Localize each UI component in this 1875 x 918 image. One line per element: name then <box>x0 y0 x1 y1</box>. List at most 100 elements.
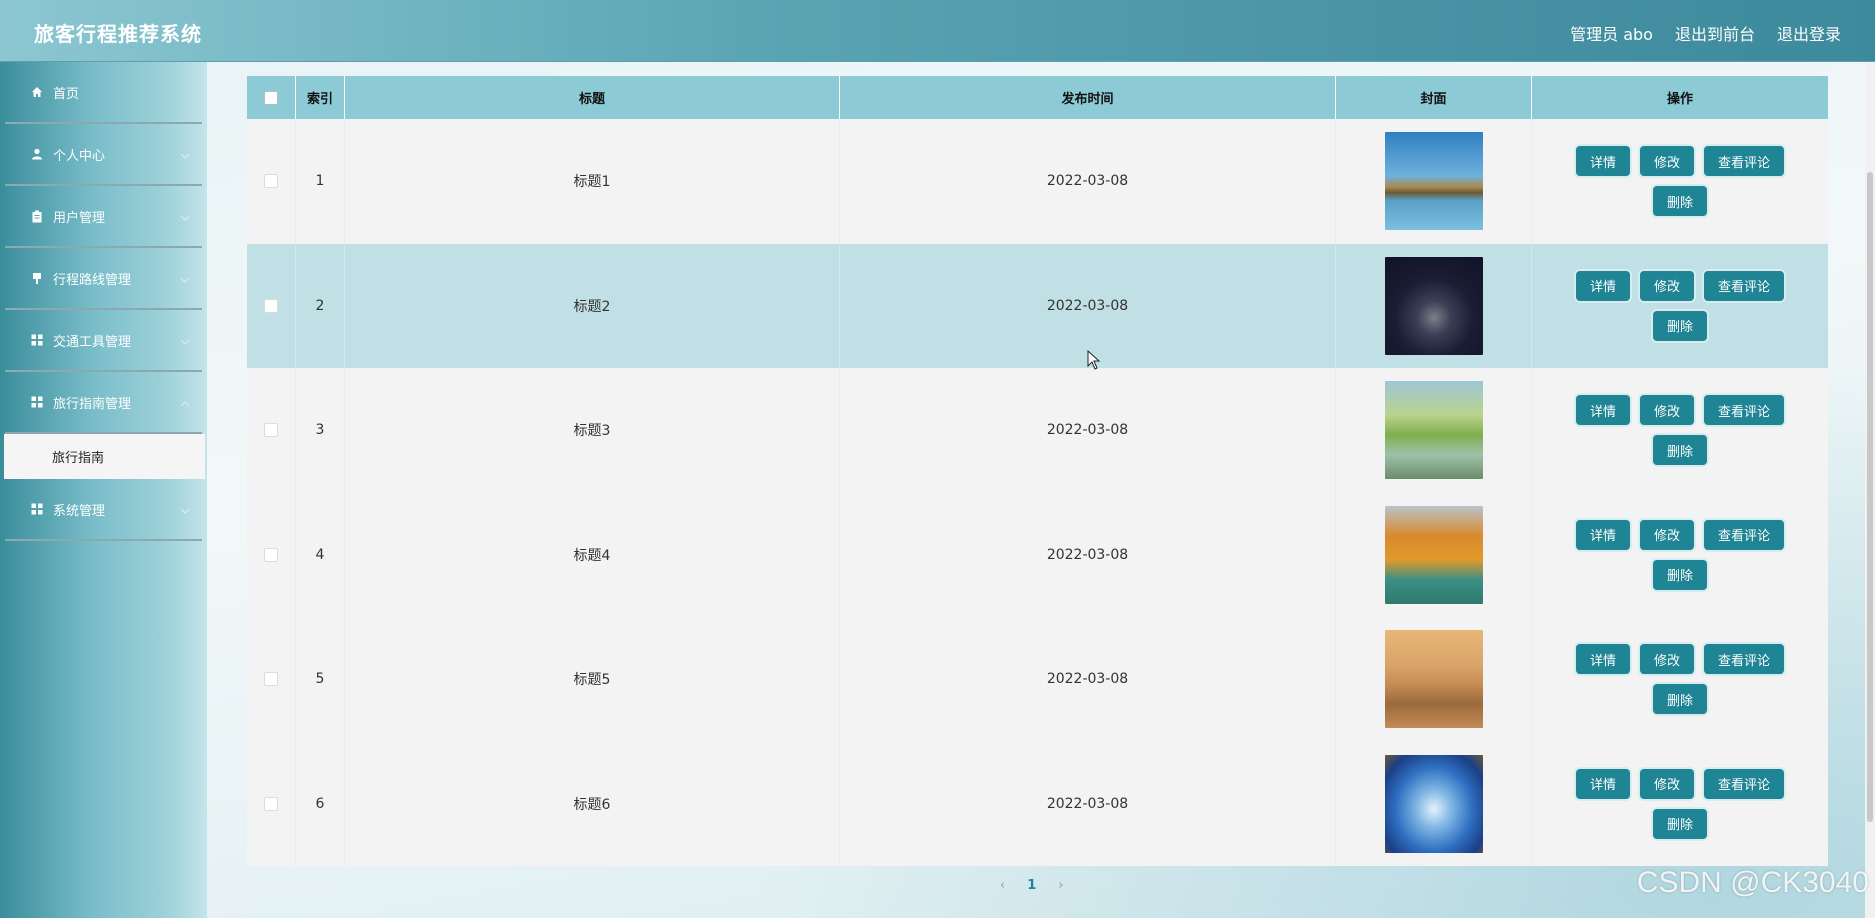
cell-time: 2022-03-08 <box>840 119 1336 244</box>
chevron-down-icon <box>180 210 190 225</box>
cell-time: 2022-03-08 <box>840 492 1336 617</box>
sidebar-item-user-management[interactable]: 用户管理 <box>5 186 202 248</box>
sidebar-item-route-management[interactable]: 行程路线管理 <box>5 248 202 310</box>
table-row: 3 标题3 2022-03-08 详情 修改 查看评论 删除 <box>247 368 1828 493</box>
edit-button[interactable]: 修改 <box>1639 519 1694 550</box>
cell-title: 标题4 <box>345 492 840 617</box>
row-checkbox[interactable] <box>264 423 278 438</box>
view-comments-button[interactable]: 查看评论 <box>1704 270 1785 301</box>
top-header: 旅客行程推荐系统 管理员 abo 退出到前台 退出登录 <box>0 0 1875 62</box>
detail-button[interactable]: 详情 <box>1575 519 1630 550</box>
edit-button[interactable]: 修改 <box>1639 768 1694 799</box>
pagination: ‹ 1 › <box>1000 878 1063 893</box>
sidebar-item-label: 用户管理 <box>53 210 106 226</box>
cell-title: 标题3 <box>345 368 840 493</box>
chevron-up-icon <box>180 396 190 411</box>
delete-button[interactable]: 删除 <box>1652 186 1707 217</box>
edit-button[interactable]: 修改 <box>1639 146 1694 177</box>
cell-select <box>247 119 296 244</box>
cell-cover <box>1336 617 1532 742</box>
cover-image[interactable] <box>1384 505 1483 604</box>
detail-button[interactable]: 详情 <box>1575 270 1630 301</box>
sidebar-item-system-management[interactable]: 系统管理 <box>5 479 202 541</box>
cell-index: 2 <box>296 243 345 368</box>
home-icon <box>30 85 44 99</box>
edit-button[interactable]: 修改 <box>1639 270 1694 301</box>
delete-button[interactable]: 删除 <box>1652 808 1707 839</box>
cell-time: 2022-03-08 <box>840 617 1336 742</box>
cell-title: 标题2 <box>345 243 840 368</box>
current-user-label: 管理员 abo <box>1570 25 1653 44</box>
cell-title: 标题6 <box>345 741 840 866</box>
cover-image[interactable] <box>1384 132 1483 231</box>
cell-select <box>247 492 296 617</box>
cell-time: 2022-03-08 <box>840 741 1336 866</box>
sidebar-item-guide-management[interactable]: 旅行指南管理 <box>5 372 202 434</box>
grid-icon <box>30 333 44 347</box>
header-cell-title: 标题 <box>345 76 840 119</box>
page-number-current[interactable]: 1 <box>1027 878 1036 893</box>
table-row: 4 标题4 2022-03-08 详情 修改 查看评论 删除 <box>247 492 1828 618</box>
table-row: 1 标题1 2022-03-08 详情 修改 查看评论 删除 <box>247 119 1828 244</box>
cell-index: 6 <box>296 741 345 866</box>
sidebar: 首页 个人中心 用户管理 行程路线管理 交通工具管理 旅行指南管理 旅行指南 系… <box>0 62 207 918</box>
sidebar-item-label: 首页 <box>53 86 80 102</box>
edit-button[interactable]: 修改 <box>1639 644 1694 675</box>
sidebar-item-personal-center[interactable]: 个人中心 <box>5 124 202 186</box>
table-row: 6 标题6 2022-03-08 详情 修改 查看评论 删除 <box>247 741 1828 867</box>
app-title: 旅客行程推荐系统 <box>34 22 202 46</box>
grid-icon <box>30 502 44 516</box>
prev-page-button[interactable]: ‹ <box>1000 878 1005 893</box>
view-comments-button[interactable]: 查看评论 <box>1704 519 1785 550</box>
cover-image[interactable] <box>1384 256 1483 355</box>
cover-image[interactable] <box>1384 630 1483 729</box>
next-page-button[interactable]: › <box>1058 878 1063 893</box>
cover-image[interactable] <box>1384 381 1483 480</box>
row-checkbox[interactable] <box>264 174 278 189</box>
view-comments-button[interactable]: 查看评论 <box>1704 146 1785 177</box>
header-cell-time: 发布时间 <box>840 76 1336 119</box>
cell-index: 5 <box>296 617 345 742</box>
cell-ops: 详情 修改 查看评论 删除 <box>1532 244 1828 369</box>
view-comments-button[interactable]: 查看评论 <box>1704 395 1785 426</box>
sidebar-item-label: 行程路线管理 <box>53 272 132 288</box>
row-checkbox[interactable] <box>264 796 278 811</box>
cell-select <box>247 741 296 866</box>
watermark-text: CSDN @CK3040 <box>1636 866 1869 899</box>
cell-index: 1 <box>296 119 345 244</box>
edit-button[interactable]: 修改 <box>1639 395 1694 426</box>
sidebar-item-transport-management[interactable]: 交通工具管理 <box>5 310 202 372</box>
header-cell-select <box>247 76 296 119</box>
detail-button[interactable]: 详情 <box>1575 395 1630 426</box>
mouse-cursor-icon <box>1087 349 1101 374</box>
row-checkbox[interactable] <box>264 672 278 687</box>
delete-button[interactable]: 删除 <box>1652 435 1707 466</box>
cell-ops: 详情 修改 查看评论 删除 <box>1532 493 1828 618</box>
select-all-checkbox[interactable] <box>264 90 278 105</box>
cover-image[interactable] <box>1384 754 1483 853</box>
page-scrollbar[interactable] <box>1865 62 1875 918</box>
header-cell-cover: 封面 <box>1336 76 1532 119</box>
row-checkbox[interactable] <box>264 547 278 562</box>
cell-ops: 详情 修改 查看评论 删除 <box>1532 742 1828 867</box>
cell-cover <box>1336 368 1532 493</box>
cell-select <box>247 368 296 493</box>
view-comments-button[interactable]: 查看评论 <box>1704 768 1785 799</box>
row-checkbox[interactable] <box>264 298 278 313</box>
exit-to-front-link[interactable]: 退出到前台 <box>1675 21 1755 45</box>
detail-button[interactable]: 详情 <box>1575 768 1630 799</box>
clipboard-icon <box>30 209 44 223</box>
delete-button[interactable]: 删除 <box>1652 559 1707 590</box>
view-comments-button[interactable]: 查看评论 <box>1704 644 1785 675</box>
delete-button[interactable]: 删除 <box>1652 310 1707 341</box>
cell-title: 标题1 <box>345 119 840 244</box>
cell-cover <box>1336 119 1532 244</box>
detail-button[interactable]: 详情 <box>1575 644 1630 675</box>
delete-button[interactable]: 删除 <box>1652 684 1707 715</box>
sidebar-subitem-travel-guide[interactable]: 旅行指南 <box>4 434 205 479</box>
logout-link[interactable]: 退出登录 <box>1777 21 1841 45</box>
scrollbar-thumb[interactable] <box>1867 172 1873 822</box>
chevron-down-icon <box>180 503 190 518</box>
sidebar-item-home[interactable]: 首页 <box>5 62 202 124</box>
detail-button[interactable]: 详情 <box>1575 146 1630 177</box>
